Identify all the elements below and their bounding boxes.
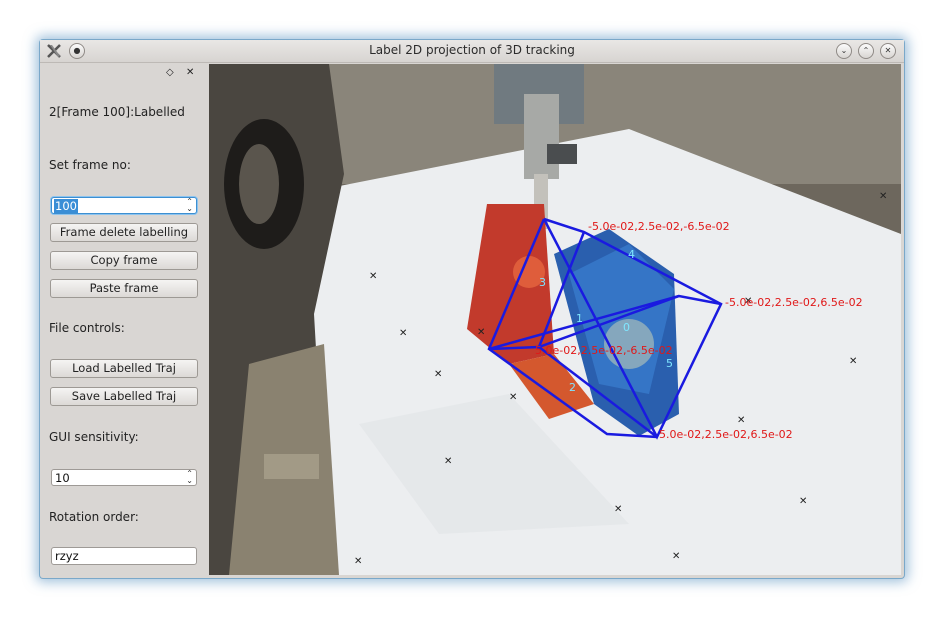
svg-text:✕: ✕ <box>444 456 452 467</box>
svg-text:✕: ✕ <box>879 191 887 202</box>
dock-float-icon[interactable]: ◇ <box>166 67 174 78</box>
frame-number-value: 100 <box>54 199 78 213</box>
minimize-button[interactable]: ⌄ <box>836 43 852 59</box>
vertex-label-3: 3 <box>539 276 546 289</box>
svg-text:✕: ✕ <box>672 551 680 562</box>
gui-sensitivity-value: 10 <box>55 471 70 485</box>
vertex-label-4: 4 <box>628 248 635 261</box>
corner-coord-left: 5.0e-02,2.5e-02,-6.5e-02 <box>535 344 673 357</box>
corner-coord-right: -5.0e-02,2.5e-02,6.5e-02 <box>725 296 863 309</box>
control-panel: ◇ ✕ 2[Frame 100]:Labelled Set frame no: … <box>44 64 205 574</box>
camera-frame[interactable]: ✕ ✕ ✕ ✕ ✕ ✕ ✕ ✕ ✕ ✕ ✕ ✕ ✕ ✕ ✕ <box>209 64 901 575</box>
main-window: ● Label 2D projection of 3D tracking ⌄ ⌃… <box>40 40 904 578</box>
gui-sensitivity-label: GUI sensitivity: <box>49 430 139 444</box>
spin-arrows-icon[interactable]: ⌃ ⌄ <box>186 198 193 213</box>
image-view[interactable]: ✕ ✕ ✕ ✕ ✕ ✕ ✕ ✕ ✕ ✕ ✕ ✕ ✕ ✕ ✕ <box>209 64 901 575</box>
svg-text:✕: ✕ <box>849 356 857 367</box>
rotation-order-input[interactable]: rzyz <box>51 547 197 565</box>
load-labelled-traj-button[interactable]: Load Labelled Traj <box>50 359 198 378</box>
file-controls-label: File controls: <box>49 321 125 335</box>
save-labelled-traj-button[interactable]: Save Labelled Traj <box>50 387 198 406</box>
rotation-order-label: Rotation order: <box>49 510 139 524</box>
copy-frame-button[interactable]: Copy frame <box>50 251 198 270</box>
spin-arrows-icon[interactable]: ⌃ ⌄ <box>186 470 193 485</box>
gui-sensitivity-spinbox[interactable]: 10 ⌃ ⌄ <box>51 469 197 486</box>
close-button[interactable]: ✕ <box>880 43 896 59</box>
vertex-label-2: 2 <box>569 381 576 394</box>
frame-number-spinbox[interactable]: 100 ⌃ ⌄ <box>51 197 197 214</box>
svg-text:✕: ✕ <box>799 496 807 507</box>
frame-delete-labelling-button[interactable]: Frame delete labelling <box>50 223 198 242</box>
svg-text:✕: ✕ <box>369 271 377 282</box>
paste-frame-button[interactable]: Paste frame <box>50 279 198 298</box>
corner-coord-top: -5.0e-02,2.5e-02,-6.5e-02 <box>588 220 730 233</box>
svg-text:✕: ✕ <box>434 369 442 380</box>
status-label: 2[Frame 100]:Labelled <box>49 105 185 119</box>
svg-text:✕: ✕ <box>509 392 517 403</box>
set-frame-label: Set frame no: <box>49 158 131 172</box>
dock-close-icon[interactable]: ✕ <box>186 67 194 78</box>
svg-text:✕: ✕ <box>399 328 407 339</box>
vertex-label-1: 1 <box>576 312 583 325</box>
title-bar: ● Label 2D projection of 3D tracking ⌄ ⌃… <box>40 40 904 63</box>
svg-text:✕: ✕ <box>737 415 745 426</box>
vertex-label-5: 5 <box>666 357 673 370</box>
corner-coord-bottom: 5.0e-02,2.5e-02,6.5e-02 <box>659 428 793 441</box>
maximize-button[interactable]: ⌃ <box>858 43 874 59</box>
svg-text:✕: ✕ <box>477 327 485 338</box>
svg-text:✕: ✕ <box>614 504 622 515</box>
window-title: Label 2D projection of 3D tracking <box>369 43 575 57</box>
vertex-label-0: 0 <box>623 321 630 334</box>
svg-text:✕: ✕ <box>354 556 362 567</box>
